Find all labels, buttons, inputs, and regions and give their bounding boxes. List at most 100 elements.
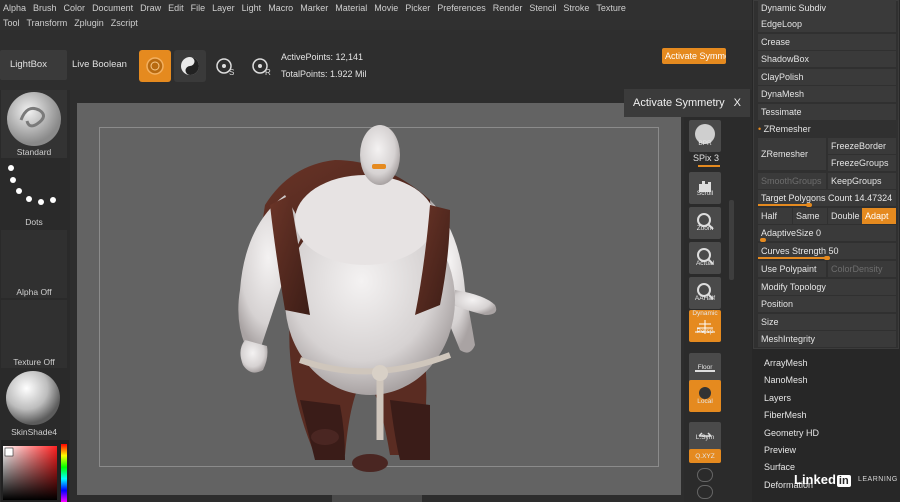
draw-mode-button[interactable] — [174, 50, 206, 82]
section-arraymesh[interactable]: ArrayMesh — [764, 358, 808, 368]
freezegroups-button[interactable]: FreezeGroups — [828, 155, 896, 171]
menu-stencil[interactable]: Stencil — [526, 3, 560, 13]
menu-draw[interactable]: Draw — [137, 3, 165, 13]
menu-preferences[interactable]: Preferences — [434, 3, 490, 13]
section-nanomesh[interactable]: NanoMesh — [764, 375, 808, 385]
svg-text:R: R — [265, 68, 271, 77]
menu-file[interactable]: File — [188, 3, 210, 13]
menu-texture[interactable]: Texture — [593, 3, 630, 13]
active-points-readout: ActivePoints: 12,141 — [281, 52, 364, 62]
section-geometry-hd[interactable]: Geometry HD — [764, 428, 819, 438]
scale-icon: S — [216, 58, 234, 77]
keepgroups-button[interactable]: KeepGroups — [828, 173, 896, 189]
dynamesh-button[interactable]: DynaMesh — [758, 86, 896, 102]
menu-macro[interactable]: Macro — [265, 3, 297, 13]
actual-label: Actual — [695, 260, 715, 267]
menu-picker[interactable]: Picker — [402, 3, 434, 13]
standard-brush-icon — [7, 92, 61, 146]
sculpt-icon — [146, 57, 164, 75]
move-icon: R — [252, 58, 271, 77]
menu-row-1: Alpha Brush Color Document Draw Edit File Layer… — [0, 0, 630, 15]
adaptive-size-label: AdaptiveSize 0 — [761, 228, 822, 238]
rotate-frame-button-2[interactable] — [697, 485, 713, 499]
menu-edit[interactable]: Edit — [165, 3, 188, 13]
color-density-slider[interactable]: ColorDensity — [828, 261, 896, 277]
brush-label: Standard — [16, 147, 52, 157]
menu-material[interactable]: Material — [332, 3, 371, 13]
menu-movie[interactable]: Movie — [371, 3, 402, 13]
section-layers[interactable]: Layers — [764, 393, 791, 403]
viewport-scrollbar[interactable] — [729, 200, 734, 280]
zoom-button[interactable] — [689, 207, 721, 239]
move-mode-button[interactable]: R — [246, 50, 278, 82]
modify-topology-button[interactable]: Modify Topology — [758, 279, 896, 295]
lightbox-button[interactable]: LightBox — [0, 50, 67, 80]
lsym-label: L.Sym — [695, 434, 715, 441]
menu-tool[interactable]: Tool — [0, 18, 24, 28]
section-fibermesh[interactable]: FiberMesh — [764, 410, 807, 420]
edgeloop-button[interactable]: EdgeLoop — [758, 16, 896, 32]
tooltip-close-icon[interactable]: X — [734, 89, 741, 117]
shadowbox-button[interactable]: ShadowBox — [758, 51, 896, 67]
same-button[interactable]: Same — [793, 208, 827, 224]
scroll-button[interactable] — [689, 172, 721, 204]
adaptive-size-knob — [760, 238, 766, 242]
hand-icon — [699, 181, 711, 192]
meshintegrity-button[interactable]: MeshIntegrity — [758, 331, 896, 347]
bpr-button[interactable] — [689, 120, 721, 152]
freezeborder-button[interactable]: FreezeBorder — [828, 138, 896, 154]
xyz-label: Q.XYZ — [695, 453, 715, 460]
character-model[interactable] — [230, 115, 510, 480]
smoothgroups-button[interactable]: SmoothGroups — [758, 173, 826, 189]
menu-render[interactable]: Render — [490, 3, 527, 13]
section-surface[interactable]: Surface — [764, 462, 795, 472]
position-button[interactable]: Position — [758, 296, 896, 312]
claypolish-button[interactable]: ClayPolish — [758, 69, 896, 85]
dynamic-subdiv-button[interactable]: Dynamic Subdiv — [758, 0, 896, 16]
zremesher-section-header[interactable]: • ZRemesher — [758, 121, 811, 137]
menu-zplugin[interactable]: Zplugin — [71, 18, 108, 28]
adapt-button[interactable]: Adapt — [862, 208, 896, 224]
bottom-shelf-tab[interactable] — [332, 495, 422, 502]
aahalf-label: AAHalf — [694, 295, 716, 302]
aahalf-button[interactable] — [689, 277, 721, 309]
menu-layer[interactable]: Layer — [209, 3, 239, 13]
menu-light[interactable]: Light — [239, 3, 266, 13]
color-picker[interactable] — [1, 440, 69, 502]
top-toolbar: LightBox Live Boolean S R ActivePoints: … — [0, 30, 752, 94]
zremesher-button[interactable]: ZRemesher — [758, 138, 826, 170]
menu-marker[interactable]: Marker — [297, 3, 332, 13]
menu-transform[interactable]: Transform — [24, 18, 72, 28]
curves-strength-knob — [824, 256, 830, 260]
xyz-button[interactable]: Q.XYZ — [689, 449, 721, 463]
crease-button[interactable]: Crease — [758, 34, 896, 50]
spix-slider[interactable]: SPix 3 — [684, 153, 728, 163]
zoom-icon — [697, 213, 714, 230]
rotate-frame-button[interactable] — [697, 468, 713, 482]
smooth-mode-button[interactable]: S — [210, 50, 242, 82]
section-preview[interactable]: Preview — [764, 445, 796, 455]
menu-alpha[interactable]: Alpha — [0, 3, 30, 13]
activate-symmetry-button[interactable]: Activate Symmetry — [662, 48, 726, 64]
zoom-label: Zoom — [696, 225, 714, 232]
target-polygons-slider[interactable]: Target Polygons Count 14.47324 — [758, 190, 896, 207]
size-button[interactable]: Size — [758, 314, 896, 330]
curves-strength-slider[interactable]: Curves Strength 50 — [758, 243, 896, 260]
local-button[interactable] — [689, 380, 721, 412]
sculpt-mode-button[interactable] — [139, 50, 171, 82]
actual-button[interactable] — [689, 242, 721, 274]
actual-icon — [697, 248, 714, 265]
tessimate-button[interactable]: Tessimate — [758, 104, 896, 120]
double-button[interactable]: Double — [828, 208, 862, 224]
menu-document[interactable]: Document — [89, 3, 137, 13]
menu-zscript[interactable]: Zscript — [108, 18, 142, 28]
half-button[interactable]: Half — [758, 208, 792, 224]
live-boolean-button[interactable]: Live Boolean — [67, 50, 137, 80]
adaptive-size-slider[interactable]: AdaptiveSize 0 — [758, 225, 896, 242]
menu-color[interactable]: Color — [61, 3, 90, 13]
use-polypaint-button[interactable]: Use Polypaint — [758, 261, 826, 277]
total-points-readout: TotalPoints: 1.922 Mil — [281, 69, 367, 79]
stroke-label: Dots — [25, 217, 43, 227]
menu-stroke[interactable]: Stroke — [560, 3, 593, 13]
menu-brush[interactable]: Brush — [30, 3, 61, 13]
